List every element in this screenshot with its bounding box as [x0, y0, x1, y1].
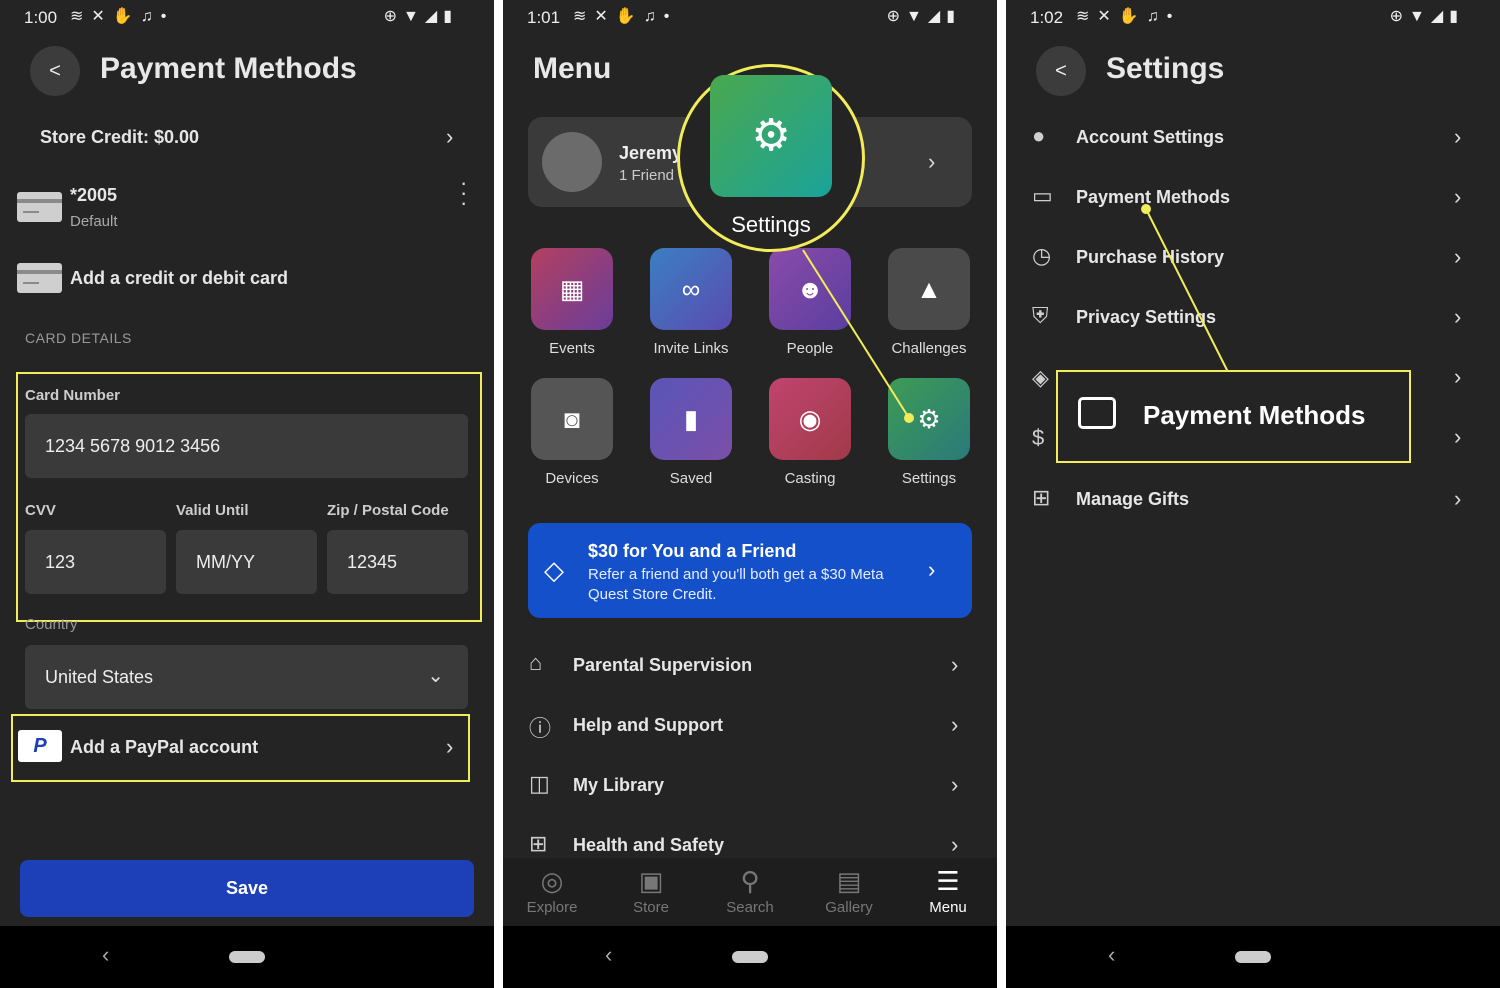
- bottom-nav: ◎ Explore ▣ Store ⚲ Search ▤ Gallery ☰ Menu: [503, 858, 997, 928]
- system-nav-bar: ‹: [0, 926, 494, 988]
- payment-methods-screen: 1:00 ≋✕✋♫• ⊕▼◢▮ < Payment Methods Store …: [0, 0, 494, 988]
- callout-label: Settings: [731, 212, 811, 237]
- promo-body: Refer a friend and you'll both get a $30…: [588, 566, 884, 603]
- gallery-icon: ▤: [836, 866, 862, 896]
- menu-icon: ☰: [936, 866, 960, 896]
- diamond-icon: ◇: [544, 555, 564, 585]
- saved-card-number[interactable]: *2005: [70, 185, 117, 206]
- more-options-icon[interactable]: · · ·: [460, 172, 467, 214]
- wallet-icon: [1078, 397, 1116, 429]
- parental-supervision-item[interactable]: Parental Supervision: [573, 655, 752, 676]
- notification-icons: ≋✕✋♫•: [70, 8, 175, 25]
- menu-screen: 1:01 ≋✕✋♫• ⊕▼◢▮ Menu Jeremy 1 Friend › ▦…: [503, 0, 997, 988]
- callout-leader-line: [1141, 204, 1229, 373]
- book-icon: ◫: [529, 771, 550, 796]
- section-header: CARD DETAILS: [25, 330, 132, 346]
- nav-label: Search: [726, 899, 774, 916]
- nav-back-icon[interactable]: ‹: [605, 942, 612, 968]
- saved-card-default: Default: [70, 213, 118, 230]
- promo-title: $30 for You and a Friend: [588, 541, 797, 561]
- add-paypal-button[interactable]: Add a PayPal account: [70, 737, 258, 758]
- nav-back-icon[interactable]: ‹: [102, 942, 109, 968]
- help-icon: ⓘ: [529, 716, 552, 741]
- chevron-right-icon: ›: [928, 557, 936, 582]
- chevron-right-icon[interactable]: ›: [446, 124, 453, 150]
- country-label: Country: [25, 616, 78, 633]
- nav-home-icon[interactable]: [732, 951, 768, 963]
- nav-label: Gallery: [825, 899, 873, 916]
- back-button[interactable]: <: [30, 46, 80, 96]
- system-nav-bar: ‹: [1006, 926, 1500, 988]
- compass-icon: ◎: [540, 866, 564, 896]
- paypal-icon: P: [18, 730, 62, 762]
- nav-home-icon[interactable]: [229, 951, 265, 963]
- country-value: United States: [45, 666, 154, 687]
- chevron-right-icon[interactable]: ›: [951, 772, 958, 798]
- callout-label: Payment Methods: [1143, 400, 1366, 430]
- settings-callout: ⚙ Settings: [677, 64, 865, 252]
- nav-label: Menu: [929, 899, 967, 916]
- health-icon: ⊞: [529, 831, 548, 856]
- nav-search[interactable]: ⚲ Search: [701, 858, 799, 916]
- save-button[interactable]: Save: [20, 860, 474, 917]
- system-nav-bar: ‹: [503, 926, 997, 988]
- search-icon: ⚲: [740, 866, 760, 896]
- nav-gallery[interactable]: ▤ Gallery: [800, 858, 898, 916]
- nav-store[interactable]: ▣ Store: [602, 858, 700, 916]
- system-icons: ⊕▼◢▮: [383, 8, 458, 25]
- house-icon: ⌂: [529, 650, 543, 675]
- nav-menu[interactable]: ☰ Menu: [899, 858, 997, 916]
- chevron-down-icon: ⌄: [427, 665, 444, 687]
- status-bar: 1:00 ≋✕✋♫• ⊕▼◢▮: [0, 0, 494, 36]
- credit-card-icon: [17, 263, 62, 293]
- my-library-item[interactable]: My Library: [573, 775, 664, 796]
- bag-icon: ▣: [638, 866, 664, 896]
- chevron-right-icon[interactable]: ›: [951, 832, 958, 858]
- gear-icon: ⚙: [710, 75, 832, 197]
- promo-banner[interactable]: ◇ $30 for You and a Friend Refer a frien…: [528, 523, 972, 618]
- page-title: Payment Methods: [100, 52, 357, 85]
- chevron-right-icon[interactable]: ›: [446, 734, 453, 760]
- nav-home-icon[interactable]: [1235, 951, 1271, 963]
- help-support-item[interactable]: Help and Support: [573, 715, 723, 736]
- status-time: 1:00: [24, 8, 58, 27]
- payment-methods-callout: Payment Methods: [1056, 370, 1411, 463]
- credit-card-icon: [17, 192, 62, 222]
- nav-label: Store: [633, 899, 669, 916]
- chevron-right-icon[interactable]: ›: [951, 712, 958, 738]
- nav-explore[interactable]: ◎ Explore: [503, 858, 601, 916]
- card-details-highlight: [16, 372, 482, 622]
- settings-screen: 1:02 ≋✕✋♫• ⊕▼◢▮ < Settings ● Account Set…: [1006, 0, 1500, 988]
- nav-back-icon[interactable]: ‹: [1108, 942, 1115, 968]
- store-credit-label[interactable]: Store Credit: $0.00: [40, 127, 199, 148]
- add-card-button[interactable]: Add a credit or debit card: [70, 268, 288, 289]
- country-select[interactable]: United States ⌄: [25, 645, 468, 709]
- chevron-right-icon[interactable]: ›: [951, 652, 958, 678]
- health-safety-item[interactable]: Health and Safety: [573, 835, 724, 856]
- nav-label: Explore: [526, 899, 578, 916]
